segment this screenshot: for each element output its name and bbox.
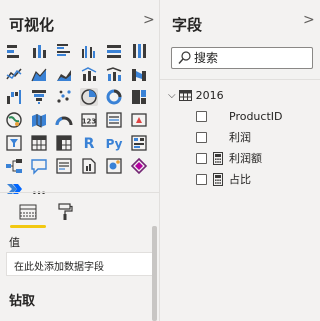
svg-text:...: ...: [32, 183, 46, 197]
line-chart-icon[interactable]: [5, 65, 23, 83]
decomposition-tree-icon[interactable]: [5, 157, 23, 175]
field-checkbox[interactable]: [196, 131, 207, 143]
active-tab-indicator: [10, 225, 46, 228]
svg-text:Py: Py: [106, 137, 123, 151]
fields-tab[interactable]: [15, 199, 41, 225]
filled-map-icon[interactable]: [30, 111, 48, 129]
gallery-divider: [0, 192, 159, 193]
python-visual-icon[interactable]: Py: [105, 134, 123, 152]
donut-chart-icon[interactable]: [105, 88, 123, 106]
field-checkbox[interactable]: [196, 152, 207, 164]
map-icon[interactable]: [5, 111, 23, 129]
r-script-icon[interactable]: R: [80, 134, 98, 152]
fields-divider: [160, 79, 320, 80]
100-stacked-column-chart-icon[interactable]: [130, 42, 148, 60]
field-item[interactable]: 利润额: [196, 151, 262, 165]
svg-text:123: 123: [82, 118, 97, 126]
stacked-area-chart-icon[interactable]: [55, 65, 73, 83]
paginated-report-icon[interactable]: [80, 157, 98, 175]
expand-chevron-icon[interactable]: ⌵: [168, 90, 176, 101]
search-icon: [178, 51, 191, 64]
card-icon[interactable]: 123: [80, 111, 98, 129]
fields-search-box[interactable]: [171, 47, 313, 69]
field-type-blank: [213, 110, 223, 123]
pie-chart-icon[interactable]: [80, 88, 98, 106]
collapse-fields-chevron-icon[interactable]: >: [303, 12, 315, 28]
treemap-icon[interactable]: [130, 88, 148, 106]
arcgis-map-icon[interactable]: [105, 157, 123, 175]
fields-search-input[interactable]: [194, 50, 304, 66]
field-name: 占比: [229, 173, 251, 186]
power-automate-icon[interactable]: [5, 180, 23, 198]
table-icon: [178, 89, 192, 101]
gauge-icon[interactable]: [55, 111, 73, 129]
kpi-icon[interactable]: [130, 111, 148, 129]
svg-text:R: R: [84, 136, 95, 152]
values-drop-well[interactable]: 在此处添加数据字段: [6, 252, 154, 276]
fields-title: 字段: [172, 16, 203, 34]
stacked-column-chart-icon[interactable]: [30, 42, 48, 60]
table-name: 2016: [195, 88, 224, 102]
fields-pane: 字段 > ⌵ 2016 ProductID 利润 利润额: [159, 0, 320, 321]
table-node-2016[interactable]: ⌵ 2016: [168, 88, 224, 102]
more-visuals-icon[interactable]: ...: [30, 180, 48, 198]
field-name: 利润额: [229, 152, 262, 165]
visualizations-title: 可视化: [9, 16, 55, 34]
clustered-column-chart-icon[interactable]: [80, 42, 98, 60]
field-item[interactable]: 占比: [196, 172, 251, 186]
line-stacked-column-icon[interactable]: [105, 65, 123, 83]
field-name: ProductID: [229, 109, 283, 123]
field-name: 利润: [229, 131, 251, 144]
values-label: 值: [9, 236, 20, 249]
ribbon-chart-icon[interactable]: [130, 65, 148, 83]
field-item[interactable]: 利润: [196, 130, 251, 144]
table-icon[interactable]: [30, 134, 48, 152]
funnel-chart-icon[interactable]: [30, 88, 48, 106]
format-tab[interactable]: [52, 199, 78, 225]
field-item[interactable]: ProductID: [196, 109, 282, 123]
area-chart-icon[interactable]: [30, 65, 48, 83]
100-stacked-bar-chart-icon[interactable]: [105, 42, 123, 60]
power-apps-icon[interactable]: [130, 157, 148, 175]
drillthrough-heading: 钻取: [9, 294, 36, 309]
slicer-icon[interactable]: [5, 134, 23, 152]
visualizations-scrollbar[interactable]: [152, 226, 157, 321]
fields-well-icon: [19, 204, 37, 220]
collapse-visualizations-chevron-icon[interactable]: >: [143, 12, 155, 28]
smart-narrative-icon[interactable]: [55, 157, 73, 175]
field-type-blank: [213, 131, 223, 144]
key-influencers-icon[interactable]: [130, 134, 148, 152]
field-checkbox[interactable]: [196, 110, 207, 122]
multi-row-card-icon[interactable]: [105, 111, 123, 129]
waterfall-chart-icon[interactable]: [5, 88, 23, 106]
field-checkbox[interactable]: [196, 173, 207, 185]
line-clustered-column-icon[interactable]: [80, 65, 98, 83]
qa-icon[interactable]: [30, 157, 48, 175]
visualizations-pane: 可视化 > 123 R Py... 值 在此处添加数据字段 钻取: [0, 0, 159, 321]
matrix-icon[interactable]: [55, 134, 73, 152]
stacked-bar-chart-icon[interactable]: [5, 42, 23, 60]
calculator-icon: [213, 172, 223, 186]
clustered-bar-chart-icon[interactable]: [55, 42, 73, 60]
calculator-icon: [213, 151, 223, 165]
paint-roller-icon: [58, 203, 73, 220]
scatter-chart-icon[interactable]: [55, 88, 73, 106]
